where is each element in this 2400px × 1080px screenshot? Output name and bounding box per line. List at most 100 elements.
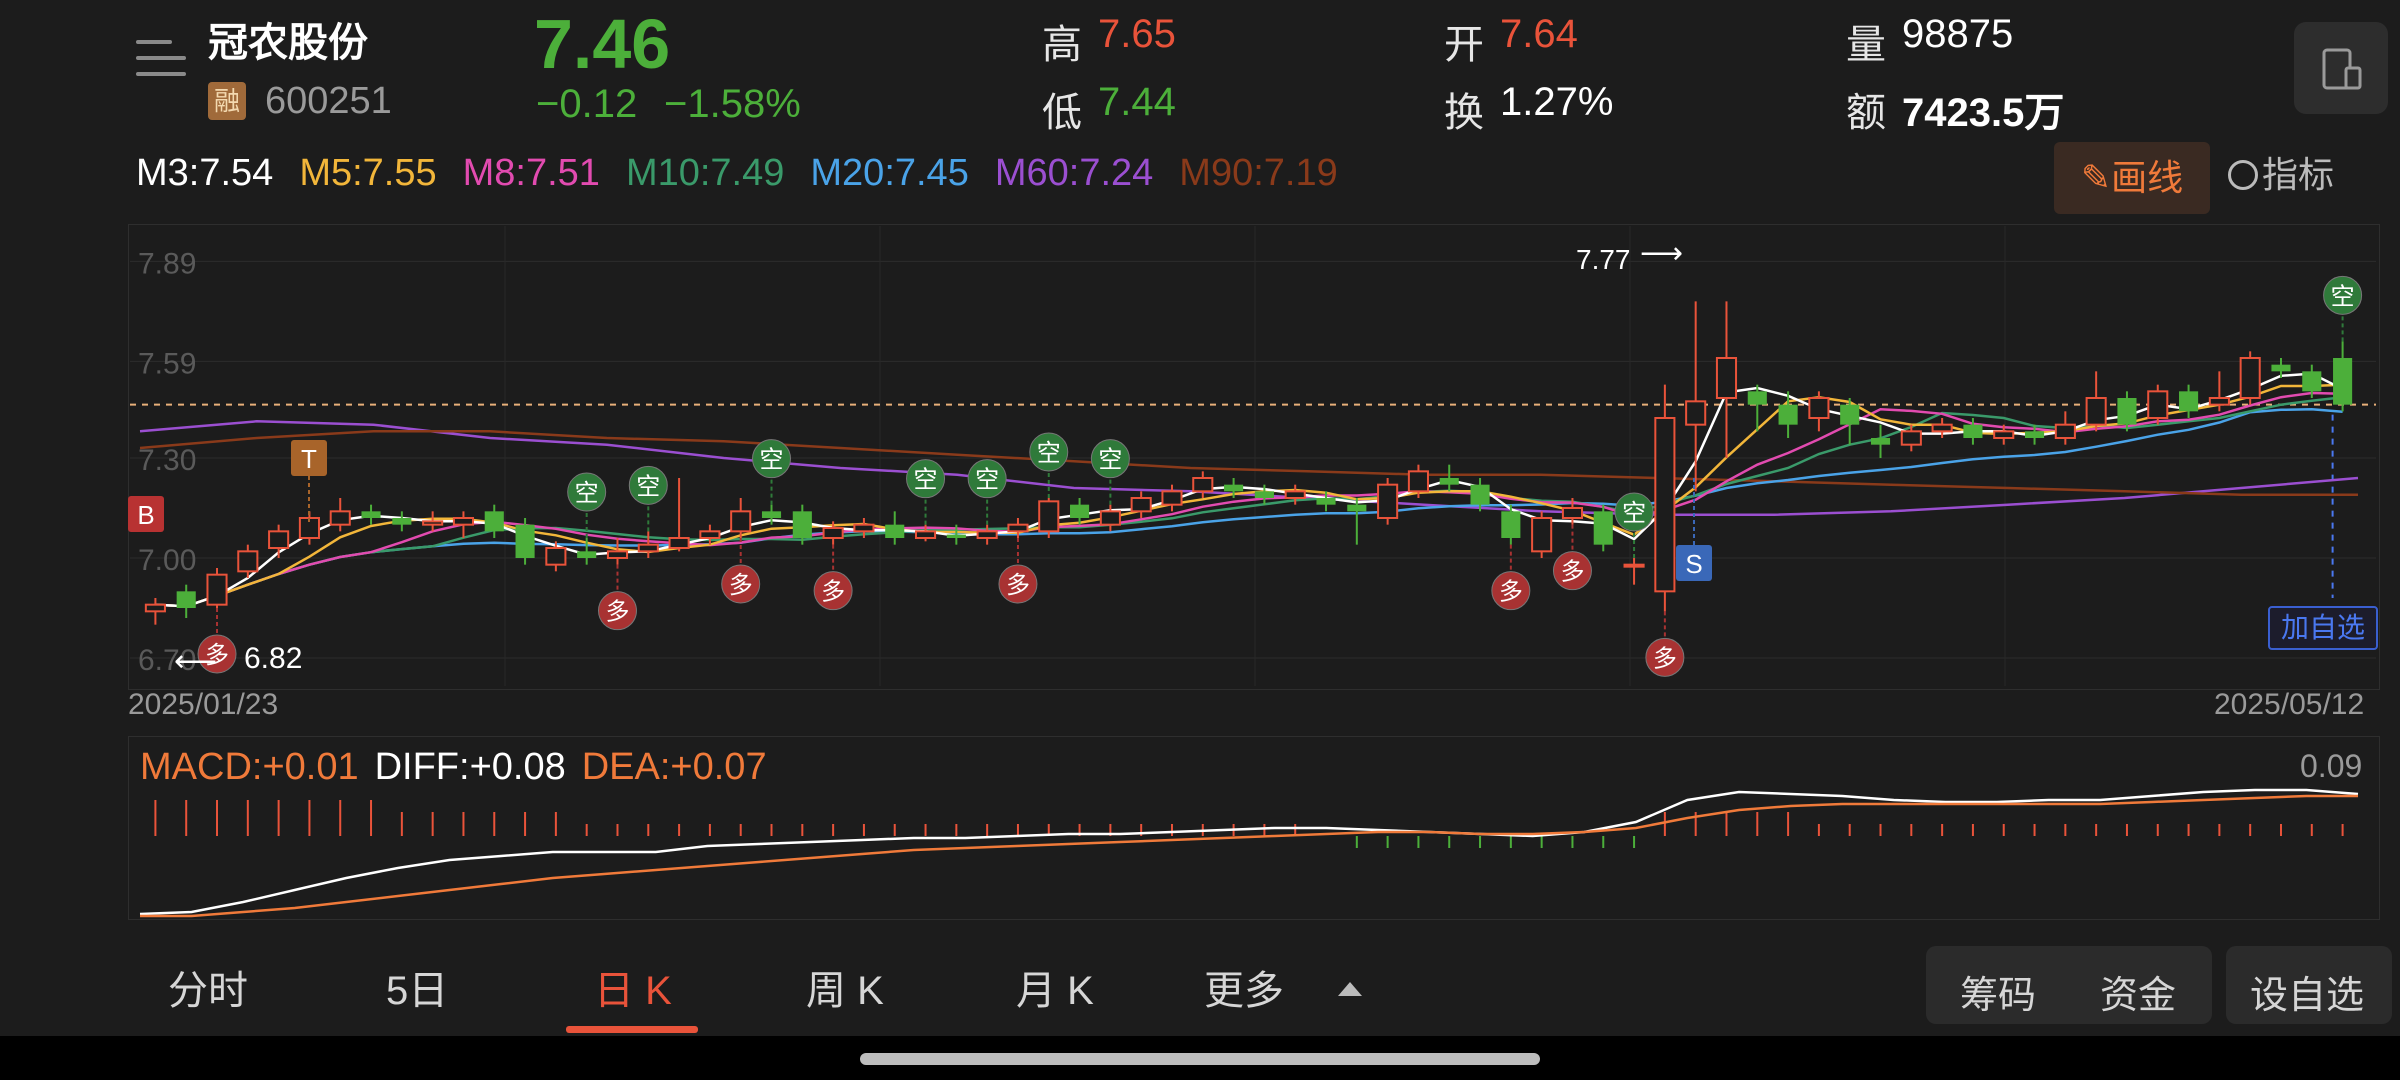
short-signal-marker-label: 空 <box>914 467 938 494</box>
macd-legend: MACD:+0.01 DIFF:+0.08 DEA:+0.07 <box>140 746 767 789</box>
candle <box>2054 423 2076 439</box>
candle <box>392 518 412 525</box>
y-tick-label: 7.00 <box>138 544 196 577</box>
candle <box>885 524 905 538</box>
candle <box>1161 490 1183 506</box>
add-fav-chart-button[interactable]: 加自选 <box>2268 606 2378 650</box>
candle <box>976 530 998 539</box>
candle <box>1316 498 1336 505</box>
tab-more[interactable]: 更多 <box>1204 958 1284 1016</box>
candle <box>1407 470 1429 493</box>
short-signal-marker-label: 空 <box>636 473 660 500</box>
candle <box>1900 430 1922 446</box>
dea-value: DEA:+0.07 <box>581 746 767 788</box>
candle <box>237 550 259 573</box>
candle <box>176 591 196 608</box>
candle <box>822 527 844 539</box>
long-signal-marker-label: 多 <box>1653 645 1677 672</box>
tab-daily-k[interactable]: 日 K <box>594 958 672 1016</box>
max-arrow-icon: ⟶ <box>1640 237 1684 270</box>
candle <box>606 550 629 559</box>
candle <box>2302 371 2322 392</box>
diff-value: DIFF:+0.08 <box>374 746 566 788</box>
macd-value: MACD:+0.01 <box>140 746 359 788</box>
ma20-line <box>155 408 2343 608</box>
buy-marker-label: B <box>137 500 154 530</box>
tab-intraday[interactable]: 分时 <box>168 958 248 1016</box>
candle <box>1685 400 1707 426</box>
candle <box>484 511 504 532</box>
candle <box>946 534 966 538</box>
tab-5day[interactable]: 5日 <box>386 958 448 1016</box>
candle <box>515 524 535 558</box>
end-date: 2025/05/12 <box>2214 688 2365 721</box>
short-signal-marker-label: 空 <box>760 447 784 474</box>
short-signal-marker-label: 空 <box>2331 283 2355 310</box>
candle <box>545 547 567 566</box>
candle <box>1130 497 1152 513</box>
candle <box>1993 430 2015 440</box>
candle <box>730 510 752 533</box>
candle <box>1561 507 1584 519</box>
candle <box>761 511 782 518</box>
candle <box>577 551 597 558</box>
t-marker-label: T <box>301 444 317 474</box>
candle <box>2333 358 2353 405</box>
active-tab-indicator <box>566 1026 698 1033</box>
candle <box>2179 391 2199 412</box>
candle <box>422 520 444 526</box>
candle <box>637 543 659 553</box>
candle <box>1284 490 1306 500</box>
y-tick-label: 7.30 <box>138 444 196 477</box>
macd-max-label: 0.09 <box>2300 748 2363 784</box>
long-signal-marker-label: 多 <box>729 572 753 599</box>
candle <box>1963 424 1983 438</box>
candle <box>1347 504 1367 512</box>
long-signal-marker-label: 多 <box>605 599 629 626</box>
sell-marker-label: S <box>1685 549 1702 579</box>
candle <box>1840 404 1860 425</box>
candle <box>1747 391 1767 405</box>
candle <box>1192 477 1214 493</box>
candle <box>792 511 812 538</box>
ma8-line <box>155 391 2343 608</box>
candle <box>1808 397 1830 419</box>
home-indicator[interactable] <box>860 1053 1540 1065</box>
candle <box>853 523 875 533</box>
tab-monthly-k[interactable]: 月 K <box>1016 958 1094 1016</box>
candle <box>1099 510 1121 526</box>
min-arrow-icon: ⟵ <box>174 645 218 678</box>
candle <box>1254 491 1274 498</box>
ma90-line <box>139 430 2358 496</box>
candle <box>1007 523 1029 533</box>
max-price-label: 7.77 <box>1576 244 1631 275</box>
add-favorite-label: 设自选 <box>2250 975 2365 1017</box>
caret-up-icon[interactable] <box>1338 982 1362 996</box>
short-signal-marker-label: 空 <box>1622 500 1646 527</box>
y-tick-label: 7.59 <box>138 347 196 380</box>
long-signal-marker-label: 多 <box>1006 572 1030 599</box>
start-date: 2025/01/23 <box>128 688 279 721</box>
candle <box>268 530 290 549</box>
min-price-label: 6.82 <box>244 642 303 675</box>
short-signal-marker-label: 空 <box>1098 447 1122 474</box>
candle <box>1501 511 1521 538</box>
candle <box>1377 483 1399 519</box>
candle <box>2024 431 2045 438</box>
candle <box>1931 423 1953 433</box>
candle <box>329 510 351 526</box>
candle <box>2085 397 2107 426</box>
candle <box>1224 484 1244 492</box>
y-tick-label: 7.89 <box>138 247 196 280</box>
funds-button[interactable]: 资金 <box>2100 964 2176 1019</box>
long-signal-marker-label: 多 <box>1560 559 1584 586</box>
tab-weekly-k[interactable]: 周 K <box>806 958 884 1016</box>
chips-button[interactable]: 筹码 <box>1960 964 2036 1019</box>
candle <box>1470 484 1490 505</box>
candle <box>699 530 721 539</box>
candle <box>1531 517 1553 553</box>
candle <box>1593 511 1613 545</box>
ma3-line <box>155 372 2344 608</box>
candle <box>2239 357 2261 399</box>
long-signal-marker-label: 多 <box>1499 579 1523 606</box>
